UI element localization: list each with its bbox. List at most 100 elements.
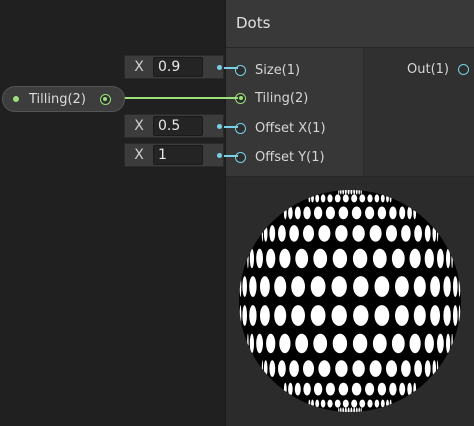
- input-port-offset-y[interactable]: Offset Y(1): [235, 146, 325, 168]
- sphere-dot: [377, 382, 387, 396]
- property-output-port-icon[interactable]: [99, 93, 111, 105]
- port-connector-icon[interactable]: [458, 63, 469, 75]
- axis-label: X: [134, 59, 144, 75]
- sphere-dot: [247, 333, 249, 354]
- sphere-dot: [446, 333, 451, 354]
- sphere-dot: [413, 382, 417, 396]
- sphere-dot: [351, 206, 362, 220]
- sphere-dot: [242, 276, 247, 297]
- node-title: Dots: [236, 14, 271, 32]
- sphere-dot: [353, 276, 369, 297]
- tilling-property-node[interactable]: Tilling(2): [2, 86, 125, 112]
- sphere-dot: [432, 225, 437, 242]
- sphere-dot: [432, 360, 437, 377]
- node-header[interactable]: Dots: [226, 0, 474, 48]
- sphere-dot: [360, 407, 362, 412]
- sphere-dot: [389, 382, 397, 396]
- sphere-dot: [295, 248, 309, 269]
- sphere-dot: [424, 248, 434, 269]
- output-port-out[interactable]: Out(1): [407, 58, 469, 80]
- sphere-dot: [303, 206, 311, 220]
- sphere-dot: [409, 333, 421, 354]
- inputs-column: Size(1) Tiling(2) Offset X(1) Offset Y(1…: [226, 48, 363, 176]
- sphere-dot: [451, 248, 453, 269]
- port-connector-icon[interactable]: [235, 122, 246, 134]
- sphere-dot: [340, 407, 342, 412]
- property-exposed-icon: [13, 96, 19, 102]
- sphere-dot: [424, 333, 434, 354]
- size-value-input[interactable]: 0.9: [153, 57, 203, 77]
- sphere-dot: [261, 360, 263, 377]
- sphere-dot: [358, 407, 360, 412]
- sphere-dot: [249, 248, 254, 269]
- sphere-dot: [318, 225, 331, 242]
- sphere-dot: [327, 399, 333, 408]
- sphere-dot: [437, 333, 444, 354]
- sphere-dot: [256, 333, 263, 354]
- sphere-dot: [424, 225, 431, 242]
- sphere-dot: [325, 382, 335, 396]
- sphere-dot: [430, 276, 440, 297]
- sphere-dot: [365, 382, 375, 396]
- offset-y-value-input[interactable]: 1: [153, 145, 203, 165]
- sphere-dot: [391, 333, 405, 354]
- sphere-dot: [335, 225, 348, 242]
- input-port-size[interactable]: Size(1): [235, 59, 300, 81]
- sphere-dot: [374, 305, 390, 326]
- sphere-dot: [451, 333, 453, 354]
- sphere-dot: [437, 360, 439, 377]
- wire-tiling: [107, 97, 238, 99]
- port-connector-icon[interactable]: [235, 151, 246, 163]
- sphere-dot: [288, 206, 293, 220]
- sphere-dot: [344, 407, 347, 412]
- sphere-dot: [386, 399, 389, 408]
- sphere-dot: [374, 276, 390, 297]
- sphere-dot: [430, 305, 440, 326]
- outputs-column: Out(1): [363, 48, 474, 176]
- input-port-offset-x[interactable]: Offset X(1): [235, 117, 326, 139]
- sphere-dot: [325, 206, 335, 220]
- sphere-dot: [332, 248, 348, 269]
- sphere-dot: [407, 382, 412, 396]
- sphere-dot: [358, 190, 360, 195]
- sphere-dot: [409, 248, 421, 269]
- sphere-dot: [308, 194, 311, 203]
- sphere-dot: [414, 360, 422, 377]
- sphere-dot: [401, 225, 411, 242]
- sphere-dot: [242, 305, 247, 326]
- input-port-tiling[interactable]: Tiling(2): [235, 87, 308, 109]
- sphere-dot: [289, 225, 299, 242]
- sphere-dot: [437, 225, 439, 242]
- sphere-dot: [374, 194, 380, 203]
- sphere-dot: [315, 194, 320, 203]
- sphere-dot: [274, 305, 287, 326]
- axis-label: X: [134, 147, 144, 163]
- sphere-dot: [351, 399, 358, 408]
- sphere-dot: [334, 194, 341, 203]
- sphere-dot: [289, 360, 299, 377]
- sphere-dot: [269, 360, 276, 377]
- sphere-dot: [320, 399, 326, 408]
- sphere-dot: [355, 190, 358, 195]
- sphere-dot: [303, 225, 314, 242]
- sphere-dot: [386, 360, 397, 377]
- sphere-dot: [342, 407, 345, 412]
- sphere-dot: [386, 225, 397, 242]
- sphere-dot: [352, 225, 365, 242]
- sphere-dot: [347, 407, 350, 412]
- sphere-dot: [374, 399, 380, 408]
- sphere-dot: [308, 399, 311, 408]
- sphere-dot: [458, 276, 461, 297]
- sphere-dot: [294, 206, 301, 220]
- sphere-dot: [332, 333, 348, 354]
- sphere-dot: [351, 194, 358, 203]
- sphere-dot: [344, 190, 347, 195]
- offset-x-value-input[interactable]: 0.5: [153, 116, 203, 136]
- sphere-preview-image: [239, 190, 461, 412]
- sphere-dot: [342, 194, 349, 203]
- dots-node[interactable]: Dots Size(1) Tiling(2) Offset X(1) Offse…: [225, 0, 474, 426]
- ports-area: Size(1) Tiling(2) Offset X(1) Offset Y(1…: [226, 48, 474, 176]
- sphere-dot: [414, 225, 422, 242]
- sphere-dot: [413, 305, 426, 326]
- sphere-dot: [327, 194, 333, 203]
